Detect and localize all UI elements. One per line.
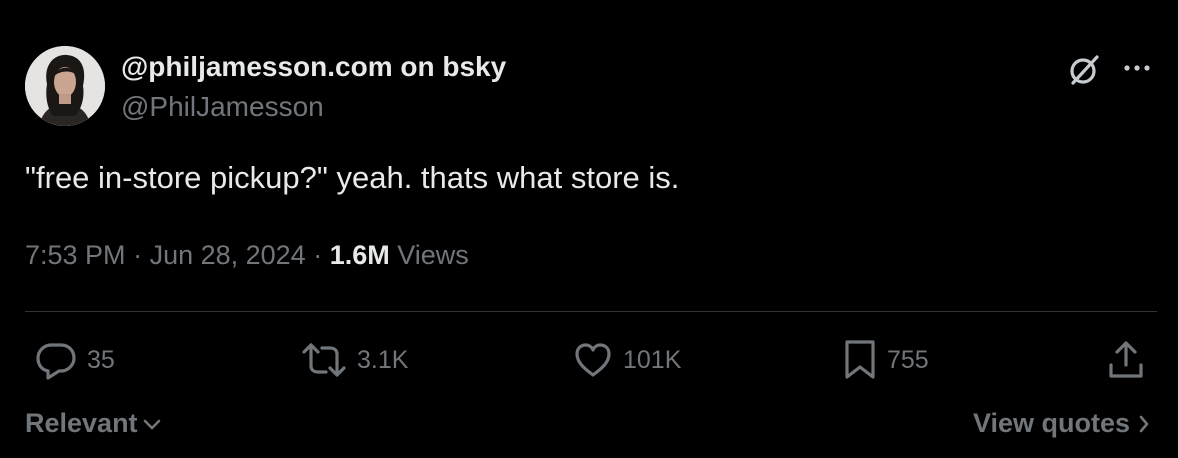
heart-icon — [575, 343, 611, 377]
tweet-text: "free in-store pickup?" yeah. thats what… — [25, 160, 680, 195]
divider — [25, 311, 1157, 312]
chevron-down-icon — [143, 419, 160, 429]
view-quotes-link[interactable]: View quotes — [973, 408, 1150, 439]
bookmark-count: 755 — [887, 345, 929, 374]
reply-count: 35 — [87, 345, 115, 374]
avatar-image — [25, 46, 105, 126]
like-button[interactable]: 101K — [573, 338, 681, 382]
tweet-date[interactable]: Jun 28, 2024 — [150, 240, 306, 270]
avatar[interactable] — [25, 46, 105, 126]
author-display-name[interactable]: @philjamesson.com on bsky — [121, 51, 506, 83]
repost-count: 3.1K — [357, 345, 409, 374]
share-icon — [1109, 341, 1143, 378]
tweet: @philjamesson.com on bsky @PhilJamesson … — [0, 0, 1178, 458]
more-horizontal-icon[interactable] — [1120, 54, 1156, 82]
views-count: 1.6M — [329, 240, 390, 270]
tweet-time[interactable]: 7:53 PM — [25, 240, 126, 270]
reply-sort-dropdown[interactable]: Relevant — [25, 408, 162, 439]
tweet-meta: 7:53 PM · Jun 28, 2024 · 1.6M Views — [25, 240, 469, 271]
author-handle[interactable]: @PhilJamesson — [121, 91, 324, 123]
bookmark-icon — [845, 340, 875, 379]
grok-icon[interactable] — [1066, 52, 1102, 88]
meta-separator: · — [305, 240, 330, 270]
repost-icon — [302, 343, 346, 377]
view-quotes-label: View quotes — [972, 408, 1130, 438]
share-button[interactable] — [1106, 338, 1146, 382]
reply-icon — [36, 343, 76, 380]
chevron-right-icon — [1139, 415, 1149, 432]
views-label: Views — [389, 240, 469, 270]
like-count: 101K — [623, 345, 682, 374]
repost-button[interactable]: 3.1K — [301, 338, 408, 382]
reply-button[interactable]: 35 — [35, 338, 115, 382]
meta-separator: · — [125, 240, 150, 270]
bookmark-button[interactable]: 755 — [843, 338, 929, 382]
sort-label: Relevant — [25, 408, 138, 438]
